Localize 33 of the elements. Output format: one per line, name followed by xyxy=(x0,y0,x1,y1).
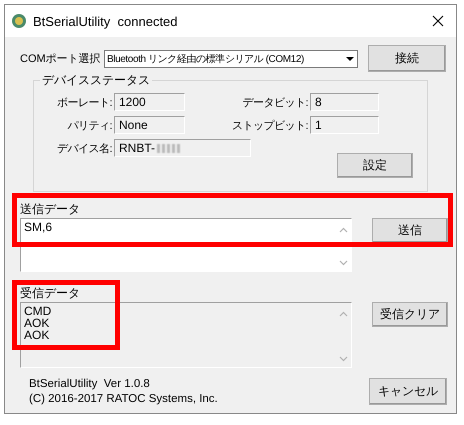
app-icon xyxy=(11,13,27,29)
settings-button[interactable]: 設定 xyxy=(337,153,413,178)
close-icon[interactable] xyxy=(432,15,444,27)
field-label: パリティ: xyxy=(66,118,113,132)
field-label: データビット: xyxy=(241,96,309,110)
com-port-label: COMポート選択 xyxy=(20,52,102,66)
readonly-field: 1200 xyxy=(114,93,185,111)
scroll-down-icon[interactable] xyxy=(338,260,348,266)
group-title: デバイスステータス xyxy=(40,74,152,87)
readonly-field: None xyxy=(114,116,185,134)
field-label: デバイス名: xyxy=(56,142,113,156)
clear-receive-button[interactable]: 受信クリア xyxy=(372,302,448,327)
field-label: ストップビット: xyxy=(230,118,309,132)
readonly-field: RNBT- xyxy=(114,139,251,157)
connect-button[interactable]: 接続 xyxy=(368,45,446,72)
field-label: ボーレート: xyxy=(56,96,113,110)
com-port-dropdown[interactable]: Bluetooth リンク経由の標準シリアル (COM12) xyxy=(104,50,358,68)
readonly-field: 1 xyxy=(310,116,379,134)
send-button[interactable]: 送信 xyxy=(372,218,448,243)
send-data-input[interactable]: SM,6 xyxy=(20,218,352,272)
window-title: BtSerialUtility connected xyxy=(33,14,178,28)
cancel-button[interactable]: キャンセル xyxy=(369,378,447,405)
received-line: AOK xyxy=(24,317,50,329)
received-line: CMD xyxy=(24,305,52,317)
scroll-up-icon[interactable] xyxy=(338,227,348,233)
readonly-field: 8 xyxy=(310,93,379,111)
send-data-label: 送信データ xyxy=(20,203,81,216)
version-text: BtSerialUtility Ver 1.0.8 xyxy=(29,377,151,392)
version-text: (C) 2016-2017 RATOC Systems, Inc. xyxy=(29,392,219,407)
receive-data-label: 受信データ xyxy=(20,287,81,300)
received-line: AOK xyxy=(24,329,50,341)
scroll-up-icon[interactable] xyxy=(338,311,348,317)
scroll-down-icon[interactable] xyxy=(338,356,348,362)
